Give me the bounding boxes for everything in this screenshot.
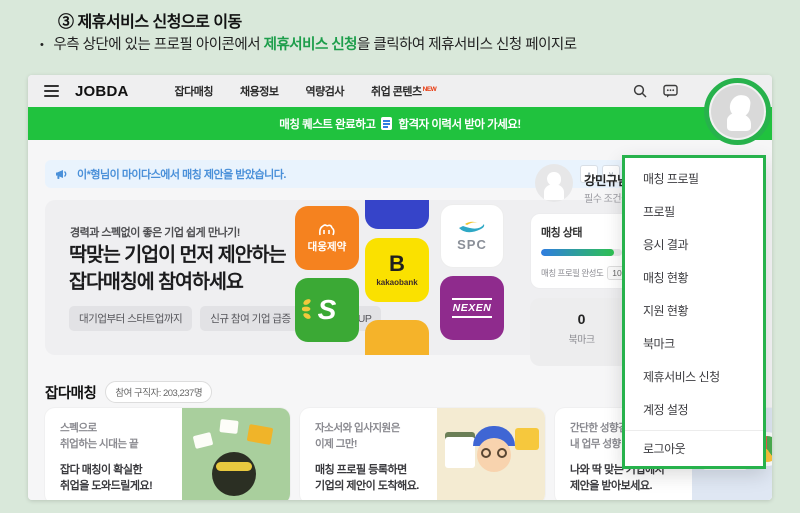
matching-status-card: 매칭 상태 매칭 프로필 완성도 10 — [530, 213, 633, 289]
hero-eyebrow: 경력과 스펙없이 좋은 기업 쉽게 만나기! — [70, 224, 240, 240]
quest-banner[interactable]: 매칭 퀘스트 완료하고 합격자 이력서 받아 가세요! — [28, 107, 772, 140]
card-sub-line: 취업하는 시대는 끝 — [60, 438, 138, 450]
quest-text-right: 합격자 이력서 받아 가세요! — [398, 116, 520, 132]
card-sub-line: 스펙으로 — [60, 422, 97, 434]
nav-item-matching[interactable]: 잡다매칭 — [175, 83, 213, 99]
kakaobank-b-mark: B — [389, 253, 405, 275]
dropdown-item-logout[interactable]: 로그아웃 — [625, 433, 763, 466]
hero-title: 딱맞는 기업이 먼저 제안하는잡다매칭에 참여하세요 — [69, 242, 286, 297]
card-main-line: 취업을 도와드릴게요! — [60, 480, 152, 492]
step-heading: ③ 제휴서비스 신청으로 이동 — [58, 8, 242, 32]
bullet-text-suffix: 을 클릭하여 제휴서비스 신청 페이지로 — [357, 37, 577, 53]
bookmark-label: 북마크 — [530, 331, 633, 346]
card-subtitle: 자소서와 입사지원은이제 그만! — [315, 421, 437, 453]
card-sub-line: 자소서와 입사지원은 — [315, 422, 400, 434]
dropdown-item-profile[interactable]: 프로필 — [625, 196, 763, 229]
chat-icon[interactable] — [663, 84, 678, 98]
s-leaf-icon — [302, 296, 320, 322]
dropdown-divider — [625, 430, 763, 431]
section-title: 잡다매칭 — [45, 382, 96, 403]
sidebar-avatar[interactable] — [535, 164, 573, 202]
step-bullet: • 우측 상단에 있는 프로필 아이콘에서 제휴서비스 신청을 클릭하여 제휴서비… — [40, 33, 577, 54]
dropdown-item-bookmark[interactable]: 북마크 — [625, 328, 763, 361]
person-silhouette-icon — [535, 164, 573, 202]
card-main-text: 잡다 매칭이 확실한취업을 도와드릴게요! — [60, 462, 182, 495]
company-logo-tile — [365, 200, 429, 229]
hero-chip: 대기업부터 스타트업까지 — [69, 306, 192, 331]
quest-text-left: 매칭 퀘스트 완료하고 — [279, 116, 375, 132]
matching-card-2[interactable]: 자소서와 입사지원은이제 그만! 매칭 프로필 등록하면기업의 제안이 도착해요… — [300, 408, 545, 500]
completeness-row: 매칭 프로필 완성도 10 — [541, 266, 622, 280]
company-logo-tile — [365, 320, 429, 355]
card-main-line: 매칭 프로필 등록하면 — [315, 464, 407, 476]
company-logo-kakaobank: B kakaobank — [365, 238, 429, 302]
dropdown-item-matching-profile[interactable]: 매칭 프로필 — [625, 163, 763, 196]
daewoong-mark-icon — [317, 223, 337, 237]
kakaobank-label: kakaobank — [376, 278, 417, 287]
search-icon[interactable] — [633, 84, 647, 98]
spc-swoosh-icon — [457, 220, 487, 236]
nav-item-competency-test[interactable]: 역량검사 — [305, 83, 343, 99]
daewoong-label: 대웅제약 — [308, 239, 347, 254]
dropdown-item-account-settings[interactable]: 계정 설정 — [625, 394, 763, 427]
company-logo-daewoong: 대웅제약 — [295, 206, 359, 270]
company-logo-nexen: NEXEN — [440, 276, 504, 340]
nav-item-content-label: 취업 콘텐츠 — [371, 86, 422, 98]
profile-avatar[interactable] — [711, 85, 764, 138]
profile-dropdown-menu: 매칭 프로필 프로필 응시 결과 매칭 현황 지원 현황 북마크 제휴서비스 신… — [622, 155, 766, 469]
card-text: 스펙으로취업하는 시대는 끝 잡다 매칭이 확실한취업을 도와드릴게요! — [45, 408, 182, 500]
jobda-logo[interactable]: JOBDA — [75, 83, 129, 100]
matching-card-1[interactable]: 스펙으로취업하는 시대는 끝 잡다 매칭이 확실한취업을 도와드릴게요! — [45, 408, 290, 500]
bullet-highlight: 제휴서비스 신청 — [264, 37, 357, 53]
dropdown-item-matching-status[interactable]: 매칭 현황 — [625, 262, 763, 295]
new-badge: NEW — [423, 86, 437, 93]
card-illustration-envelopes — [182, 408, 290, 500]
company-logo-spc: SPC — [440, 204, 504, 268]
s-letter-mark: S — [318, 294, 337, 326]
participants-badge: 참여 구직자: 203,237명 — [105, 381, 212, 403]
bookmark-card[interactable]: 0 북마크 — [530, 298, 633, 366]
dropdown-item-partner-service[interactable]: 제휴서비스 신청 — [625, 361, 763, 394]
profile-progress-bar — [541, 249, 622, 256]
card-subtitle: 스펙으로취업하는 시대는 끝 — [60, 421, 182, 453]
profile-progress-fill — [541, 249, 614, 256]
browser-window: JOBDA 잡다매칭 채용정보 역량검사 취업 콘텐츠NEW 매칭 퀘스트 완료… — [28, 75, 772, 500]
card-text: 자소서와 입사지원은이제 그만! 매칭 프로필 등록하면기업의 제안이 도착해요… — [300, 408, 437, 500]
bullet-text-prefix: 우측 상단에 있는 프로필 아이콘에서 — [53, 37, 263, 53]
nav-item-jobs[interactable]: 채용정보 — [240, 83, 278, 99]
hero-title-line1: 딱맞는 기업이 먼저 제안하는 — [69, 244, 286, 266]
bullet-dot: • — [40, 39, 43, 51]
card-main-line: 제안을 받아보세요. — [570, 480, 652, 492]
card-main-line: 잡다 매칭이 확실한 — [60, 464, 142, 476]
hamburger-icon[interactable] — [44, 85, 59, 97]
spc-label: SPC — [457, 237, 487, 252]
notice-text: 이*형님이 마이다스에서 매칭 제안을 받았습니다. — [77, 166, 286, 182]
nav-menu: 잡다매칭 채용정보 역량검사 취업 콘텐츠NEW — [175, 83, 437, 99]
matching-status-label: 매칭 상태 — [541, 224, 622, 240]
dropdown-item-application-status[interactable]: 지원 현황 — [625, 295, 763, 328]
nexen-label: NEXEN — [452, 298, 493, 318]
nav-icon-group — [633, 84, 678, 98]
hero-chip: 신규 참여 기업 급증 — [200, 306, 301, 331]
card-illustration-character — [437, 408, 545, 500]
top-nav: JOBDA 잡다매칭 채용정보 역량검사 취업 콘텐츠NEW — [28, 75, 772, 107]
matching-section-head: 잡다매칭 참여 구직자: 203,237명 — [45, 381, 212, 403]
dropdown-item-test-results[interactable]: 응시 결과 — [625, 229, 763, 262]
card-main-line: 기업의 제안이 도착해요. — [315, 480, 419, 492]
completeness-label: 매칭 프로필 완성도 — [541, 267, 603, 279]
bookmark-count: 0 — [530, 311, 633, 327]
card-sub-line: 이제 그만! — [315, 438, 357, 450]
hero-title-line2: 잡다매칭에 참여하세요 — [69, 271, 243, 293]
profile-avatar-highlight-ring[interactable] — [704, 78, 771, 145]
megaphone-icon — [55, 168, 69, 181]
resume-doc-icon — [381, 117, 392, 130]
nav-item-content[interactable]: 취업 콘텐츠NEW — [371, 83, 436, 99]
card-main-text: 매칭 프로필 등록하면기업의 제안이 도착해요. — [315, 462, 437, 495]
company-logo-s: S — [295, 278, 359, 342]
